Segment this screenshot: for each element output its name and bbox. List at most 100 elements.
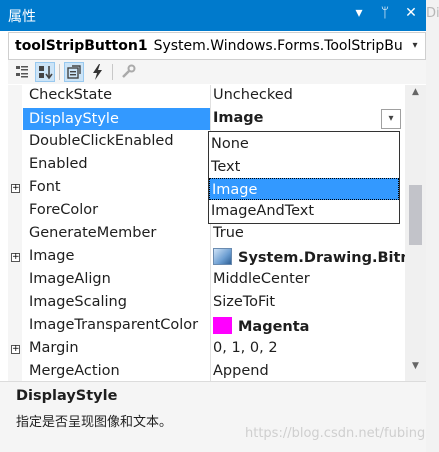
dropdown-option-imageandtext[interactable]: ImageAndText xyxy=(209,200,399,222)
column-divider xyxy=(210,292,211,315)
property-row-imagescaling[interactable]: ImageScaling SizeToFit xyxy=(8,292,405,315)
description-title: DisplayStyle xyxy=(16,388,118,404)
column-divider xyxy=(210,85,211,108)
toolbar-separator xyxy=(59,64,60,80)
property-value[interactable]: Append xyxy=(213,363,269,379)
property-name: DoubleClickEnabled xyxy=(29,133,174,149)
property-row-imagetransparentcolor[interactable]: ImageTransparentColor Magenta xyxy=(8,315,405,338)
row-margin xyxy=(8,269,22,292)
expand-icon[interactable]: + xyxy=(11,253,20,262)
displaystyle-dropdown-list: None Text Image ImageAndText xyxy=(208,131,400,224)
expand-icon[interactable]: + xyxy=(11,345,20,354)
column-divider xyxy=(210,108,211,131)
watermark: https://blog.csdn.net/fubing xyxy=(245,426,426,441)
row-margin xyxy=(8,200,22,223)
dropdown-option-text[interactable]: Text xyxy=(209,156,399,178)
property-name: DisplayStyle xyxy=(23,108,211,130)
chevron-down-icon[interactable]: ▾ xyxy=(381,109,401,129)
property-value[interactable]: Image xyxy=(213,110,264,126)
properties-toolbar xyxy=(8,60,426,84)
object-type: System.Windows.Forms.ToolStripBu xyxy=(153,38,403,54)
properties-button[interactable] xyxy=(64,62,84,82)
column-divider xyxy=(210,361,211,381)
dropdown-option-image[interactable]: Image xyxy=(209,178,399,200)
property-value[interactable]: True xyxy=(213,225,244,241)
property-row-checkstate[interactable]: CheckState Unchecked xyxy=(8,85,405,108)
property-row-displaystyle[interactable]: DisplayStyle Image ▾ xyxy=(8,108,405,131)
property-value[interactable]: MiddleCenter xyxy=(213,271,310,287)
row-margin xyxy=(8,108,22,131)
property-name: Margin xyxy=(29,340,79,356)
color-swatch xyxy=(213,317,232,334)
property-grid: CheckState Unchecked DisplayStyle Image … xyxy=(8,85,405,381)
background-editor-text: Di xyxy=(426,6,439,21)
property-row-image[interactable]: + Image System.Drawing.Bitm xyxy=(8,246,405,269)
description-text: 指定是否呈现图像和文本。 xyxy=(16,415,173,430)
properties-title-bar: 属性 ▾ ᛘ ✕ xyxy=(0,0,426,31)
property-name: CheckState xyxy=(29,87,112,103)
property-name: Enabled xyxy=(29,156,88,172)
column-divider xyxy=(210,223,211,246)
pin-icon[interactable]: ᛘ xyxy=(378,5,392,21)
property-name: ImageAlign xyxy=(29,271,111,287)
panel-title: 属性 xyxy=(8,9,36,25)
categorized-button[interactable] xyxy=(12,62,32,82)
image-value-text: System.Drawing.Bitm xyxy=(238,250,405,266)
properties-icon xyxy=(67,65,81,79)
property-name: ForeColor xyxy=(29,202,99,218)
wrench-icon xyxy=(122,64,136,78)
property-name: Image xyxy=(29,248,75,264)
property-value[interactable]: Unchecked xyxy=(213,87,293,103)
property-value[interactable]: 0, 1, 0, 2 xyxy=(213,340,278,356)
row-margin xyxy=(8,131,22,154)
expand-icon[interactable]: + xyxy=(11,184,20,193)
property-pages-button[interactable] xyxy=(118,62,138,82)
row-margin xyxy=(8,292,22,315)
toolbar-separator xyxy=(112,64,113,80)
color-value-text: Magenta xyxy=(238,319,310,335)
property-name: GenerateMember xyxy=(29,225,157,241)
categorized-icon xyxy=(16,66,28,78)
row-margin: + xyxy=(8,338,22,361)
alphabetical-sort-icon xyxy=(39,66,53,80)
row-margin xyxy=(8,85,22,108)
property-value[interactable]: SizeToFit xyxy=(213,294,275,310)
scroll-down-icon[interactable]: ▼ xyxy=(405,361,426,379)
property-row-margin[interactable]: + Margin 0, 1, 0, 2 xyxy=(8,338,405,361)
background-editor-edge: Di xyxy=(426,0,439,452)
row-margin xyxy=(8,223,22,246)
row-margin: + xyxy=(8,246,22,269)
property-row-mergeaction[interactable]: MergeAction Append xyxy=(8,361,405,381)
vertical-scrollbar[interactable]: ▲ ▼ xyxy=(405,85,426,381)
property-name: Font xyxy=(29,179,61,195)
property-name: MergeAction xyxy=(29,363,120,379)
events-button[interactable] xyxy=(88,62,108,82)
scrollbar-thumb[interactable] xyxy=(409,185,422,245)
scroll-up-icon[interactable]: ▲ xyxy=(405,87,426,105)
row-margin xyxy=(8,154,22,177)
title-bar-buttons: ▾ ᛘ ✕ xyxy=(352,5,418,21)
object-selector[interactable]: toolStripButton1 System.Windows.Forms.Too… xyxy=(8,32,426,60)
lightning-bolt-icon xyxy=(93,64,102,80)
window-position-dropdown-icon[interactable]: ▾ xyxy=(352,5,366,21)
property-row-generatemember[interactable]: GenerateMember True xyxy=(8,223,405,246)
column-divider xyxy=(210,269,211,292)
column-divider xyxy=(210,315,211,338)
column-divider xyxy=(210,246,211,269)
property-row-imagealign[interactable]: ImageAlign MiddleCenter xyxy=(8,269,405,292)
alphabetical-button[interactable] xyxy=(35,62,55,82)
description-pane: DisplayStyle 指定是否呈现图像和文本。 https://blog.c… xyxy=(0,381,426,452)
close-icon[interactable]: ✕ xyxy=(404,5,418,21)
property-name: ImageTransparentColor xyxy=(29,317,199,333)
row-margin xyxy=(8,315,22,338)
property-value[interactable]: System.Drawing.Bitm xyxy=(213,248,405,266)
property-name: ImageScaling xyxy=(29,294,127,310)
column-divider xyxy=(210,338,211,361)
row-margin: + xyxy=(8,177,22,200)
chevron-down-icon[interactable]: ▾ xyxy=(405,33,425,59)
object-name: toolStripButton1 xyxy=(15,38,148,54)
row-margin xyxy=(8,361,22,381)
property-value[interactable]: Magenta xyxy=(213,317,309,335)
dropdown-option-none[interactable]: None xyxy=(209,133,399,155)
bitmap-thumbnail-icon xyxy=(213,248,232,265)
